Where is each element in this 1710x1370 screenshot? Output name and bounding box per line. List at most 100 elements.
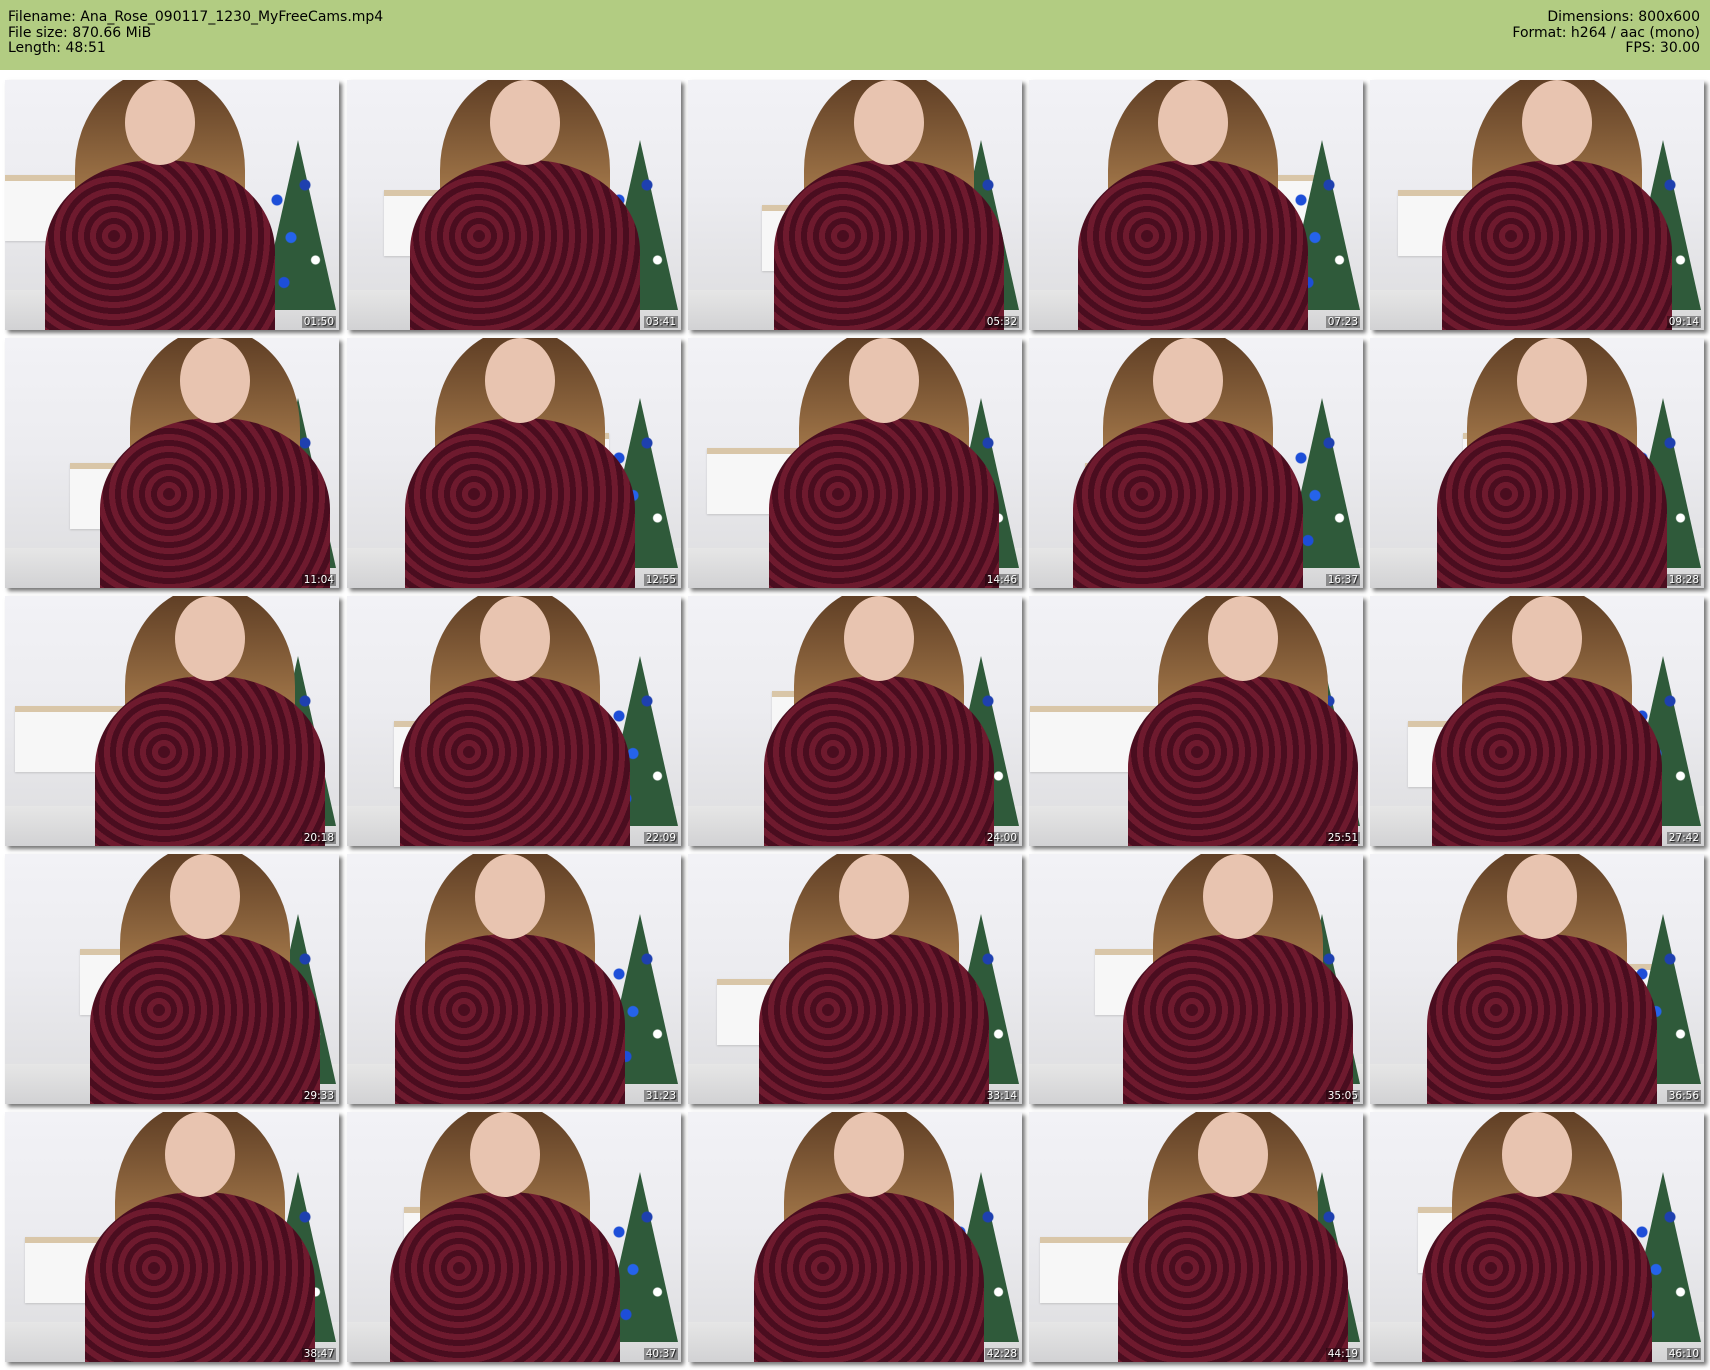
frame-timestamp: 25:51	[1325, 832, 1360, 844]
filename-text: Filename: Ana_Rose_090117_1230_MyFreeCam…	[8, 9, 384, 25]
video-frame-thumbnail: 01:50	[5, 80, 339, 330]
person-face	[1502, 1112, 1572, 1197]
frame-timestamp: 20:18	[301, 832, 336, 844]
person-face	[480, 596, 550, 681]
video-frame-thumbnail: 42:28	[688, 1112, 1022, 1362]
frame-timestamp: 31:23	[643, 1090, 678, 1102]
person-face	[475, 854, 545, 939]
person-figure	[95, 676, 325, 846]
person-face	[125, 80, 195, 165]
frame-timestamp: 40:37	[643, 1348, 678, 1360]
video-frame-thumbnail: 29:33	[5, 854, 339, 1104]
person-face	[485, 338, 555, 423]
person-face	[1507, 854, 1577, 939]
person-figure	[754, 1192, 984, 1362]
frame-timestamp: 18:28	[1666, 574, 1701, 586]
person-figure	[1427, 934, 1657, 1104]
frame-timestamp: 33:14	[984, 1090, 1019, 1102]
length-text: Length: 48:51	[8, 40, 106, 56]
frame-timestamp: 05:32	[984, 316, 1019, 328]
video-frame-thumbnail: 12:55	[347, 338, 681, 588]
file-info-left: Filename: Ana_Rose_090117_1230_MyFreeCam…	[8, 9, 384, 57]
person-face	[180, 338, 250, 423]
frame-timestamp: 07:23	[1325, 316, 1360, 328]
video-frame-thumbnail: 33:14	[688, 854, 1022, 1104]
frame-timestamp: 14:46	[984, 574, 1019, 586]
person-face	[470, 1112, 540, 1197]
frame-timestamp: 29:33	[301, 1090, 336, 1102]
frame-timestamp: 16:37	[1325, 574, 1360, 586]
person-face	[854, 80, 924, 165]
person-figure	[764, 676, 994, 846]
person-face	[1517, 338, 1587, 423]
video-frame-thumbnail: 25:51	[1029, 596, 1363, 846]
person-face	[1198, 1112, 1268, 1197]
person-face	[844, 596, 914, 681]
video-frame-thumbnail: 09:14	[1370, 80, 1704, 330]
person-face	[849, 338, 919, 423]
video-frame-thumbnail: 27:42	[1370, 596, 1704, 846]
person-figure	[90, 934, 320, 1104]
person-face	[1522, 80, 1592, 165]
person-figure	[759, 934, 989, 1104]
video-frame-thumbnail: 38:47	[5, 1112, 339, 1362]
person-face	[839, 854, 909, 939]
video-frame-thumbnail: 20:18	[5, 596, 339, 846]
file-info-right: Dimensions: 800x600 Format: h264 / aac (…	[1512, 9, 1700, 57]
person-figure	[1078, 160, 1308, 330]
person-face	[165, 1112, 235, 1197]
person-figure	[1422, 1192, 1652, 1362]
frame-timestamp: 24:00	[984, 832, 1019, 844]
person-figure	[1118, 1192, 1348, 1362]
fps-text: FPS: 30.00	[1625, 40, 1700, 56]
video-frame-thumbnail: 44:19	[1029, 1112, 1363, 1362]
person-figure	[1123, 934, 1353, 1104]
frame-timestamp: 11:04	[301, 574, 336, 586]
video-frame-thumbnail: 14:46	[688, 338, 1022, 588]
frame-timestamp: 01:50	[301, 316, 336, 328]
frame-timestamp: 03:41	[643, 316, 678, 328]
frame-timestamp: 35:05	[1325, 1090, 1360, 1102]
video-frame-thumbnail: 35:05	[1029, 854, 1363, 1104]
video-frame-thumbnail: 16:37	[1029, 338, 1363, 588]
person-figure	[390, 1192, 620, 1362]
person-figure	[1437, 418, 1667, 588]
video-frame-thumbnail: 05:32	[688, 80, 1022, 330]
video-frame-thumbnail: 36:56	[1370, 854, 1704, 1104]
video-frame-thumbnail: 18:28	[1370, 338, 1704, 588]
person-figure	[1442, 160, 1672, 330]
person-figure	[1128, 676, 1358, 846]
video-frame-thumbnail: 46:10	[1370, 1112, 1704, 1362]
person-face	[834, 1112, 904, 1197]
person-face	[170, 854, 240, 939]
video-frame-thumbnail: 24:00	[688, 596, 1022, 846]
format-text: Format: h264 / aac (mono)	[1512, 24, 1700, 41]
person-figure	[1432, 676, 1662, 846]
person-face	[1512, 596, 1582, 681]
frame-timestamp: 44:19	[1325, 1348, 1360, 1360]
person-figure	[395, 934, 625, 1104]
person-face	[490, 80, 560, 165]
frame-timestamp: 09:14	[1666, 316, 1701, 328]
person-figure	[400, 676, 630, 846]
frame-timestamp: 46:10	[1666, 1348, 1701, 1360]
video-frame-thumbnail: 07:23	[1029, 80, 1363, 330]
video-frame-thumbnail: 03:41	[347, 80, 681, 330]
frame-timestamp: 27:42	[1666, 832, 1701, 844]
frame-timestamp: 38:47	[301, 1348, 336, 1360]
person-figure	[100, 418, 330, 588]
person-figure	[1073, 418, 1303, 588]
person-figure	[45, 160, 275, 330]
person-figure	[85, 1192, 315, 1362]
frame-timestamp: 12:55	[643, 574, 678, 586]
frame-timestamp: 36:56	[1666, 1090, 1701, 1102]
frame-timestamp: 22:09	[643, 832, 678, 844]
person-face	[1203, 854, 1273, 939]
video-frame-thumbnail: 11:04	[5, 338, 339, 588]
dimensions-text: Dimensions: 800x600	[1547, 9, 1700, 25]
frame-timestamp: 42:28	[984, 1348, 1019, 1360]
person-face	[1153, 338, 1223, 423]
video-frame-thumbnail: 40:37	[347, 1112, 681, 1362]
person-figure	[769, 418, 999, 588]
info-header: Filename: Ana_Rose_090117_1230_MyFreeCam…	[0, 0, 1710, 70]
